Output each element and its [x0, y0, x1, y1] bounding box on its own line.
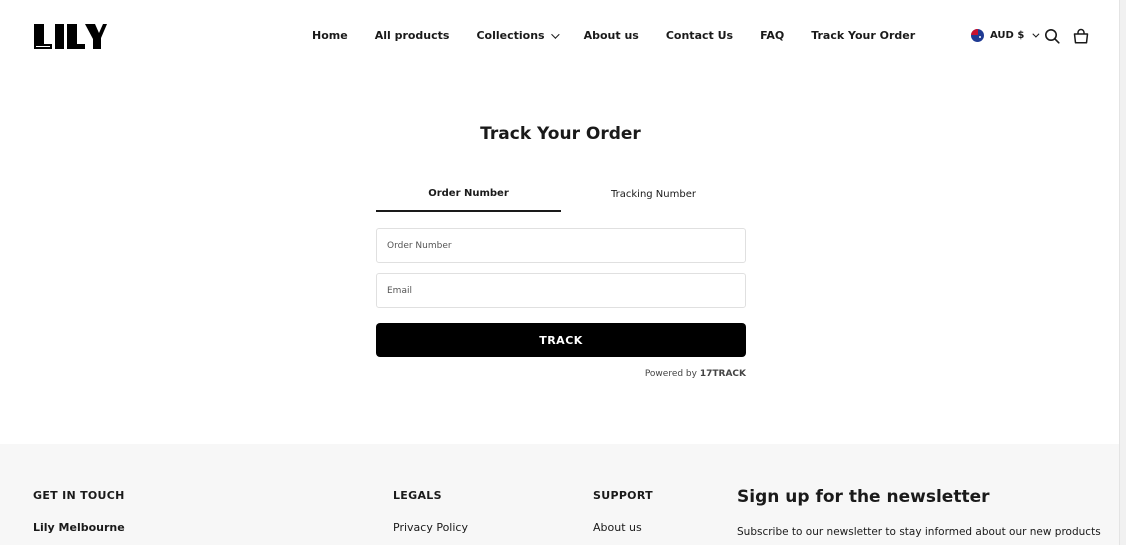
nav-home[interactable]: Home — [312, 29, 348, 42]
main-nav: Home All products Collections About us C… — [312, 29, 942, 42]
footer-support-heading: SUPPORT — [593, 489, 653, 502]
nav-about-us[interactable]: About us — [584, 29, 639, 42]
newsletter-text: Subscribe to our newsletter to stay info… — [737, 526, 1101, 538]
nav-track-order[interactable]: Track Your Order — [811, 29, 915, 42]
chevron-down-icon — [550, 29, 560, 39]
currency-label: AUD $ — [990, 30, 1025, 41]
track-button[interactable]: TRACK — [376, 323, 746, 357]
currency-selector[interactable]: AUD $ — [971, 29, 1040, 42]
australia-flag-icon — [971, 29, 984, 42]
site-footer: GET IN TOUCH Lily Melbourne LEGALS Priva… — [0, 444, 1121, 545]
lily-logo[interactable] — [33, 22, 107, 51]
tab-order-number[interactable]: Order Number — [376, 178, 561, 212]
footer-privacy-policy-link[interactable]: Privacy Policy — [393, 521, 468, 534]
site-header: Home All products Collections About us C… — [0, 0, 1119, 72]
nav-collections-label: Collections — [476, 29, 545, 42]
nav-collections[interactable]: Collections — [476, 29, 560, 42]
cart-icon[interactable] — [1073, 28, 1089, 44]
nav-faq[interactable]: FAQ — [760, 29, 784, 42]
search-icon[interactable] — [1044, 28, 1060, 44]
17track-link[interactable]: 17TRACK — [700, 369, 746, 379]
footer-about-us-link[interactable]: About us — [593, 521, 642, 534]
footer-get-in-touch-heading: GET IN TOUCH — [33, 489, 125, 502]
nav-contact-us[interactable]: Contact Us — [666, 29, 733, 42]
newsletter-title: Sign up for the newsletter — [737, 487, 990, 507]
footer-lily-melbourne-link[interactable]: Lily Melbourne — [33, 521, 125, 534]
tracking-tabs: Order Number Tracking Number — [376, 178, 746, 212]
email-input[interactable] — [376, 273, 746, 308]
powered-by: Powered by 17TRACK — [645, 369, 746, 379]
powered-by-label: Powered by — [644, 369, 697, 379]
footer-legals-heading: LEGALS — [393, 489, 442, 502]
chevron-down-icon — [1032, 30, 1040, 38]
nav-all-products[interactable]: All products — [375, 29, 450, 42]
tab-tracking-number[interactable]: Tracking Number — [561, 178, 746, 212]
page-scrollbar[interactable] — [1119, 0, 1126, 545]
page-title: Track Your Order — [480, 124, 641, 144]
order-number-input[interactable] — [376, 228, 746, 263]
